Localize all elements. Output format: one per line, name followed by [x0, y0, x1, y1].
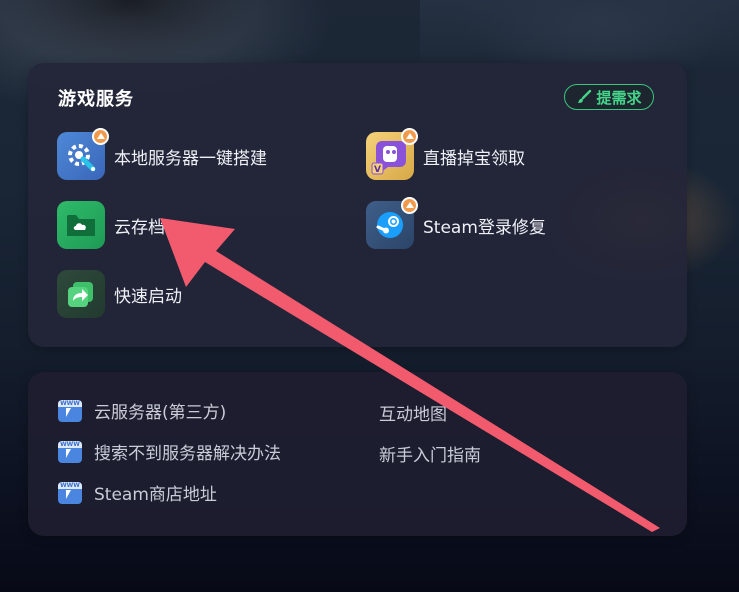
- upgrade-badge-icon: [401, 128, 418, 145]
- request-feature-label: 提需求: [596, 88, 642, 107]
- service-cloud-save[interactable]: 云存档: [57, 201, 165, 249]
- request-feature-button[interactable]: 提需求: [564, 84, 654, 110]
- service-steam-login-fix[interactable]: Steam登录修复: [366, 197, 546, 249]
- link-beginner-guide[interactable]: 新手入门指南: [379, 441, 481, 466]
- links-panel: WWW 云服务器(第三方) WWW 搜索不到服务器解决办法 WWW Steam商…: [28, 372, 687, 536]
- www-icon: WWW: [58, 481, 82, 504]
- brush-icon: [576, 89, 592, 105]
- background-figure: [0, 0, 260, 70]
- upgrade-badge-icon: [401, 197, 418, 214]
- service-quick-launch[interactable]: 快速启动: [57, 270, 182, 318]
- svg-text:V: V: [374, 165, 381, 175]
- upgrade-badge-icon: [92, 128, 109, 145]
- www-icon: WWW: [58, 440, 82, 463]
- service-label: 直播掉宝领取: [423, 148, 525, 169]
- background-figure: [420, 0, 739, 70]
- panel-title: 游戏服务: [58, 89, 134, 110]
- cloud-save-icon: [57, 201, 105, 249]
- www-icon: WWW: [58, 399, 82, 422]
- game-services-panel: 游戏服务 提需求 本地服务器一键搭建 V 直播掉宝领取 云存档 Steam登录修…: [28, 63, 687, 347]
- live-drop-icon: V: [366, 128, 418, 180]
- service-label: Steam登录修复: [423, 217, 546, 238]
- steam-icon: [366, 197, 418, 249]
- link-label: 搜索不到服务器解决办法: [94, 444, 281, 464]
- link-interactive-map[interactable]: 互动地图: [379, 400, 447, 425]
- service-live-drop[interactable]: V 直播掉宝领取: [366, 128, 525, 180]
- service-label: 云存档: [114, 217, 165, 238]
- service-label: 快速启动: [114, 286, 182, 307]
- link-server-not-found-fix[interactable]: WWW 搜索不到服务器解决办法: [58, 439, 281, 464]
- link-label: 云服务器(第三方): [94, 403, 227, 423]
- link-cloud-server[interactable]: WWW 云服务器(第三方): [58, 398, 226, 423]
- service-label: 本地服务器一键搭建: [114, 148, 267, 169]
- service-local-server[interactable]: 本地服务器一键搭建: [57, 128, 267, 180]
- server-gear-icon: [57, 128, 109, 180]
- link-label: Steam商店地址: [94, 485, 217, 505]
- link-steam-store[interactable]: WWW Steam商店地址: [58, 480, 217, 505]
- quick-launch-icon: [57, 270, 105, 318]
